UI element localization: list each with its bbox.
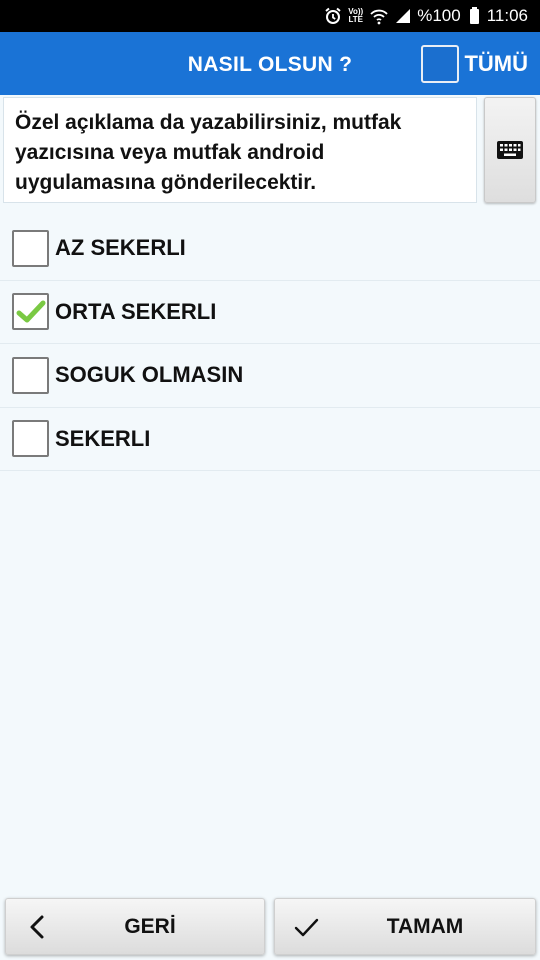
option-label: SEKERLI [55, 425, 151, 451]
special-note-text: Özel açıklama da yazabilirsiniz, mutfak … [15, 111, 402, 194]
option-label: SOGUK OLMASIN [55, 362, 244, 388]
option-list: AZ SEKERLI ORTA SEKERLI SOGUK OLMASIN SE… [0, 217, 540, 471]
battery-percent: %100 [417, 6, 461, 25]
clock: 11:06 [486, 6, 528, 25]
option-row[interactable]: ORTA SEKERLI [0, 281, 540, 344]
option-checkbox[interactable] [12, 356, 49, 394]
option-label: AZ SEKERLI [55, 235, 186, 261]
select-all-label: TÜMÜ [464, 51, 528, 76]
keyboard-icon [497, 141, 523, 159]
battery-icon [467, 6, 479, 24]
special-note-field[interactable]: Özel açıklama da yazabilirsiniz, mutfak … [3, 97, 477, 203]
footer-bar: GERİ TAMAM [0, 896, 540, 960]
option-label: ORTA SEKERLI [55, 298, 217, 324]
option-row[interactable]: AZ SEKERLI [0, 217, 540, 281]
check-icon [294, 918, 319, 937]
ok-button[interactable]: TAMAM [274, 898, 536, 955]
option-row[interactable]: SOGUK OLMASIN [0, 344, 540, 408]
option-checkbox[interactable] [12, 293, 49, 331]
option-checkbox[interactable] [12, 229, 49, 267]
alarm-icon [324, 7, 342, 25]
signal-icon [395, 8, 411, 24]
checkmark-icon [16, 300, 45, 323]
volte-indicator: Vo)) LTE [348, 7, 364, 24]
option-row[interactable]: SEKERLI [0, 408, 540, 471]
wifi-icon [369, 7, 389, 25]
select-all-checkbox[interactable] [421, 45, 460, 83]
select-all-toggle[interactable]: TÜMÜ [421, 44, 528, 84]
chevron-left-icon [30, 915, 44, 939]
keyboard-button[interactable] [484, 97, 536, 203]
status-bar: Vo)) LTE %100 11:06 [0, 0, 540, 32]
option-checkbox[interactable] [12, 420, 49, 458]
back-button[interactable]: GERİ [5, 898, 265, 955]
app-bar: NASIL OLSUN ? TÜMÜ [0, 32, 540, 95]
